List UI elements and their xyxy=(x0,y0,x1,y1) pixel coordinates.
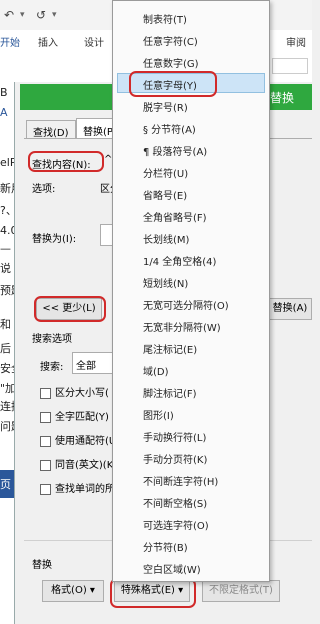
menu-item-nonbreaking-space[interactable]: 不间断空格(S) xyxy=(143,495,207,510)
annotation-circle xyxy=(110,578,196,608)
menu-item-paragraph-char[interactable]: ¶ 段落符号(A) xyxy=(143,143,207,158)
menu-item-zero-width-non-break[interactable]: 无宽非分隔符(W) xyxy=(143,319,221,334)
replace-all-label: 替换(A) xyxy=(272,303,308,314)
menu-item-section-char[interactable]: § 分节符(A) xyxy=(143,121,196,136)
checkbox-box[interactable] xyxy=(40,435,51,447)
annotation-circle xyxy=(28,151,104,172)
menu-item-en-dash[interactable]: 短划线(N) xyxy=(143,275,188,290)
menu-item-white-space[interactable]: 空白区域(W) xyxy=(143,561,201,576)
wildcards-checkbox[interactable]: 使用通配符(U xyxy=(40,432,116,447)
doc-text: 页 xyxy=(0,478,11,491)
match-case-checkbox[interactable]: 区分大小写( xyxy=(40,384,109,399)
search-label: 搜索: xyxy=(40,362,64,373)
tab-replace-label: 替换(P xyxy=(83,127,113,138)
tab-find[interactable]: 查找(D) xyxy=(26,120,76,139)
checkbox-label: 查找单词的所 xyxy=(55,484,115,495)
redo-icon[interactable]: ↺ xyxy=(36,8,46,22)
replace-section-heading: 替换 xyxy=(32,560,52,571)
menu-item-any-digit[interactable]: 任意数字(G) xyxy=(143,55,199,70)
options-label: 选项: xyxy=(32,184,56,195)
tab-review[interactable]: 审阅 xyxy=(286,34,306,49)
tab-insert[interactable]: 插入 xyxy=(38,34,58,49)
checkbox-box[interactable] xyxy=(40,387,51,399)
menu-item-manual-line-break[interactable]: 手动换行符(L) xyxy=(143,429,206,444)
checkbox-label: 使用通配符(U xyxy=(55,436,117,447)
doc-text: A xyxy=(0,106,8,119)
word-forms-checkbox[interactable]: 查找单词的所 xyxy=(40,480,115,495)
doc-text: B xyxy=(0,86,8,99)
menu-item-section-break[interactable]: 分节符(B) xyxy=(143,539,188,554)
menu-item-field[interactable]: 域(D) xyxy=(143,363,169,378)
format-button-label: 格式(O) ▾ xyxy=(51,585,95,596)
menu-item-endnote-mark[interactable]: 尾注标记(E) xyxy=(143,341,197,356)
menu-item-any-char[interactable]: 任意字符(C) xyxy=(143,33,198,48)
menu-item-zero-width-optional-break[interactable]: 无宽可选分隔符(O) xyxy=(143,297,229,312)
checkbox-box[interactable] xyxy=(40,411,51,423)
replace-all-button[interactable]: 替换(A) xyxy=(268,298,312,320)
search-direction-value: 全部 xyxy=(76,361,96,372)
customize-dropdown-icon[interactable]: ▾ xyxy=(52,10,57,20)
checkbox-box[interactable] xyxy=(40,459,51,471)
checkbox-box[interactable] xyxy=(40,483,51,495)
format-button[interactable]: 格式(O) ▾ xyxy=(42,580,104,602)
tab-home[interactable]: 开始 xyxy=(0,34,20,49)
menu-item-quarter-em-space[interactable]: 1/4 全角空格(4) xyxy=(143,253,216,268)
annotation-circle xyxy=(34,296,106,322)
menu-item-graphic[interactable]: 图形(I) xyxy=(143,407,174,422)
doc-text: 后 xyxy=(0,342,11,355)
menu-item-nonbreaking-hyphen[interactable]: 不间断连字符(H) xyxy=(143,473,218,488)
menu-item-em-dash[interactable]: 长划线(M) xyxy=(143,231,189,246)
undo-icon[interactable]: ↶ xyxy=(4,8,14,22)
menu-item-footnote-mark[interactable]: 脚注标记(F) xyxy=(143,385,197,400)
special-format-menu: 制表符(T) 任意字符(C) 任意数字(G) 任意字母(Y) 脱字号(R) § … xyxy=(112,0,270,582)
menu-item-ellipsis[interactable]: 省略号(E) xyxy=(143,187,187,202)
tab-design[interactable]: 设计 xyxy=(84,34,104,49)
dropdown-icon[interactable]: ▾ xyxy=(20,10,25,20)
tab-find-label: 查找(D) xyxy=(33,128,69,139)
menu-item-tab[interactable]: 制表符(T) xyxy=(143,11,187,26)
dialog-title: 替换 xyxy=(269,91,294,105)
menu-item-optional-hyphen[interactable]: 可选连字符(O) xyxy=(143,517,209,532)
whole-word-checkbox[interactable]: 全字匹配(Y) xyxy=(40,408,109,423)
no-formatting-label: 不限定格式(T) xyxy=(209,585,273,596)
sounds-like-checkbox[interactable]: 同音(英文)(K xyxy=(40,456,113,471)
checkbox-label: 全字匹配(Y) xyxy=(55,412,109,423)
checkbox-label: 区分大小写( xyxy=(55,388,109,399)
menu-item-caret[interactable]: 脱字号(R) xyxy=(143,99,188,114)
replace-label: 替换为(I): xyxy=(32,234,77,245)
search-direction-select[interactable]: 全部 xyxy=(72,352,114,374)
menu-item-manual-page-break[interactable]: 手动分页符(K) xyxy=(143,451,207,466)
menu-item-fullwidth-ellipsis[interactable]: 全角省略号(F) xyxy=(143,209,207,224)
ribbon-control[interactable] xyxy=(272,58,308,74)
checkbox-label: 同音(英文)(K xyxy=(55,460,114,471)
doc-text: 和 xyxy=(0,318,11,331)
doc-text: — xyxy=(0,242,11,255)
menu-item-column-break[interactable]: 分栏符(U) xyxy=(143,165,188,180)
doc-text: 说 xyxy=(0,262,11,275)
no-formatting-button[interactable]: 不限定格式(T) xyxy=(202,580,280,602)
search-options-heading: 搜索选项 xyxy=(32,334,72,345)
menu-item-any-letter[interactable]: 任意字母(Y) xyxy=(143,77,197,92)
